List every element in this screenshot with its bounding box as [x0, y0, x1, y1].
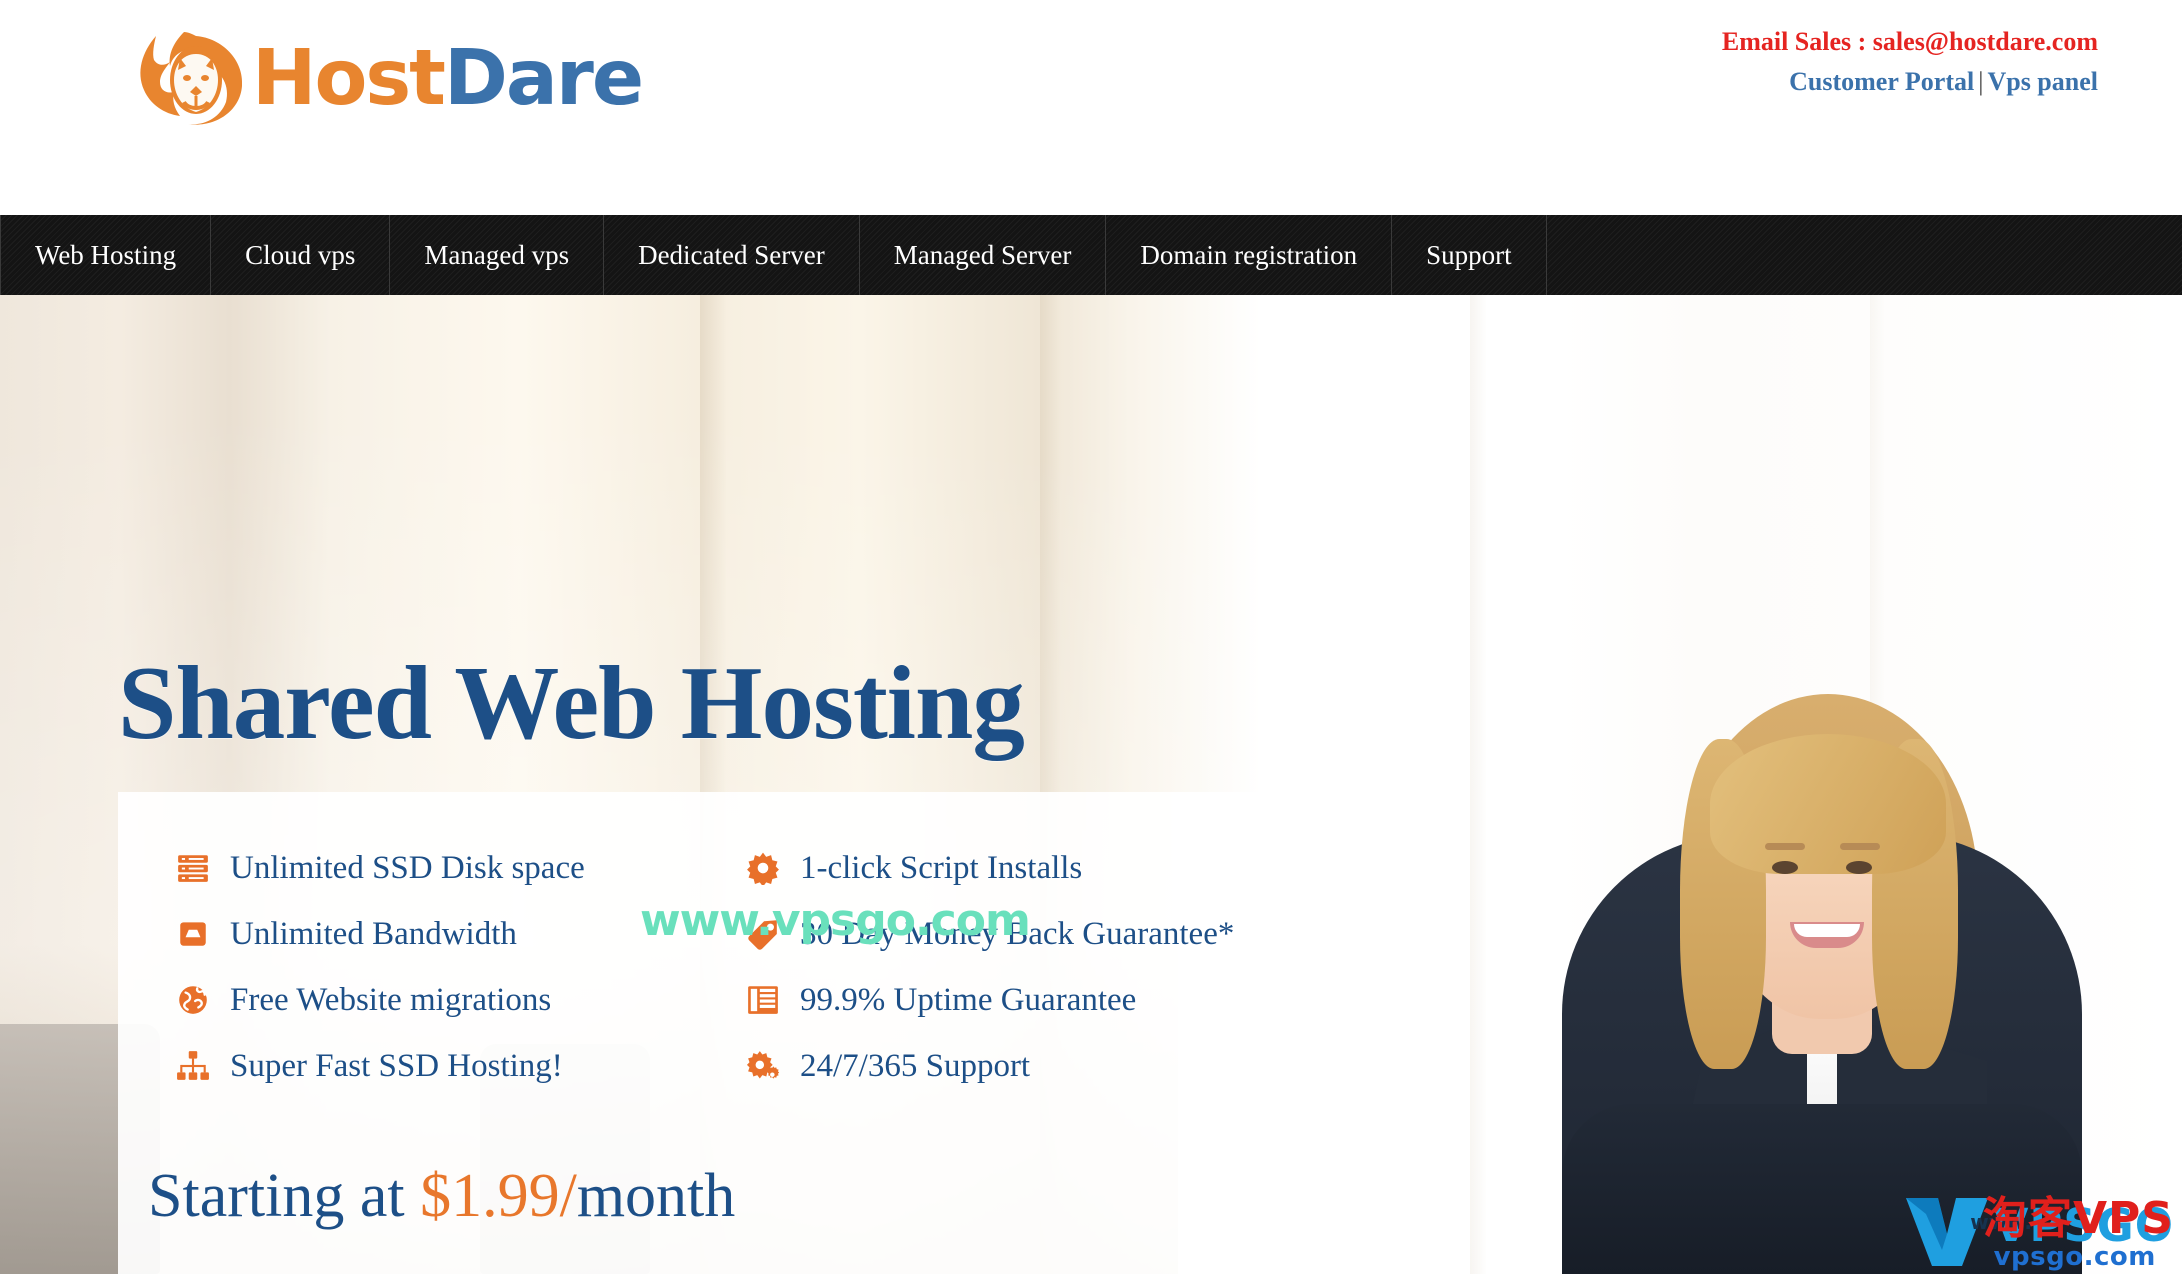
chart-columns-icon — [746, 983, 790, 1017]
feature-item: Unlimited Bandwidth — [118, 901, 708, 967]
nav-item-domain-registration[interactable]: Domain registration — [1106, 215, 1393, 295]
nav-item-dedicated-server[interactable]: Dedicated Server — [604, 215, 860, 295]
email-sales-link[interactable]: Email Sales : sales@hostdare.com — [1722, 22, 2098, 62]
price-amount: $1.99/ — [420, 1162, 577, 1230]
logo-text-host: Host — [252, 33, 446, 123]
person-crossed-arms — [1562, 1104, 2082, 1274]
tag-icon — [746, 917, 790, 951]
link-separator: | — [1978, 67, 1984, 97]
feature-item: Free Website migrations — [118, 967, 708, 1033]
nav-item-managed-vps[interactable]: Managed vps — [390, 215, 605, 295]
price-line: Starting at $1.99/month — [148, 1161, 735, 1232]
feature-label: 24/7/365 Support — [800, 1047, 1031, 1084]
price-prefix: Starting at — [148, 1162, 421, 1230]
feature-column-right: 1-click Script Installs 30 Day Money Bac… — [708, 835, 1388, 1099]
header-contact-block: Email Sales : sales@hostdare.com Custome… — [1722, 22, 2098, 103]
hero-person-photo — [1442, 344, 2182, 1274]
vps-panel-link[interactable]: Vps panel — [1987, 67, 2098, 96]
site-header: HostDare Email Sales : sales@hostdare.co… — [0, 0, 2182, 215]
feature-list: Unlimited SSD Disk space Unlimited Bandw… — [118, 835, 1388, 1099]
gear-icon — [746, 851, 790, 885]
nav-item-support[interactable]: Support — [1392, 215, 1547, 295]
sitemap-icon — [176, 1049, 220, 1083]
feature-label: Unlimited SSD Disk space — [230, 849, 585, 886]
nav-item-managed-server[interactable]: Managed Server — [860, 215, 1107, 295]
hero-banner: Shared Web Hosting Unlimited SSD Disk sp… — [0, 295, 2182, 1274]
person-eyebrow-right — [1840, 843, 1880, 850]
page-root: HostDare Email Sales : sales@hostdare.co… — [0, 0, 2182, 1274]
feature-label: 99.9% Uptime Guarantee — [800, 981, 1137, 1018]
cogs-icon — [746, 1049, 790, 1083]
site-logo[interactable]: HostDare — [122, 28, 644, 128]
person-teeth — [1794, 924, 1860, 937]
nav-item-cloud-vps[interactable]: Cloud vps — [211, 215, 391, 295]
feature-item: 99.9% Uptime Guarantee — [708, 967, 1388, 1033]
globe-icon — [176, 983, 220, 1017]
person-eye-right — [1846, 861, 1872, 874]
feature-item: 1-click Script Installs — [708, 835, 1388, 901]
feature-column-left: Unlimited SSD Disk space Unlimited Bandw… — [118, 835, 708, 1099]
hdd-server-icon — [176, 851, 220, 885]
feature-label: 30 Day Money Back Guarantee* — [800, 915, 1235, 952]
feature-label: Super Fast SSD Hosting! — [230, 1047, 563, 1084]
feature-item: Super Fast SSD Hosting! — [118, 1033, 708, 1099]
inbox-icon — [176, 917, 220, 951]
main-navigation: Web Hosting Cloud vps Managed vps Dedica… — [0, 215, 2182, 295]
feature-item: 24/7/365 Support — [708, 1033, 1388, 1099]
nav-item-web-hosting[interactable]: Web Hosting — [0, 215, 212, 295]
customer-portal-link[interactable]: Customer Portal — [1789, 67, 1974, 96]
logo-wordmark: HostDare — [252, 40, 644, 117]
feature-item: 30 Day Money Back Guarantee* — [708, 901, 1388, 967]
person-eye-left — [1772, 861, 1798, 874]
feature-label: Free Website migrations — [230, 981, 552, 1018]
person-hair-top — [1710, 734, 1946, 874]
header-portal-links: Customer Portal | Vps panel — [1722, 62, 2098, 102]
feature-label: Unlimited Bandwidth — [230, 915, 517, 952]
person-eyebrow-left — [1765, 843, 1805, 850]
feature-label: 1-click Script Installs — [800, 849, 1083, 886]
feature-item: Unlimited SSD Disk space — [118, 835, 708, 901]
page-title: Shared Web Hosting — [118, 644, 1025, 761]
logo-text-dare: Dare — [443, 33, 644, 123]
flame-lion-icon — [122, 28, 250, 128]
price-suffix: month — [576, 1162, 736, 1230]
